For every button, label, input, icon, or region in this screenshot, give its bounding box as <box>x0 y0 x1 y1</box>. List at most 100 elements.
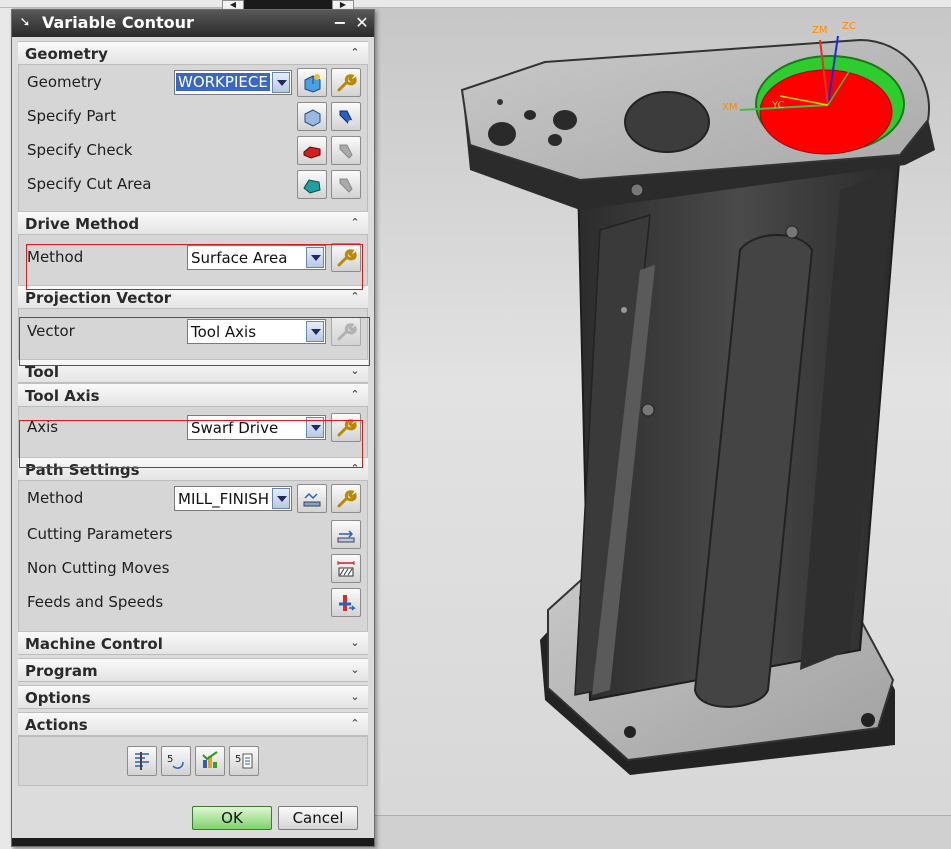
chevron-down-icon[interactable] <box>306 417 324 438</box>
section-options-header[interactable]: Options ⌄ <box>18 685 368 709</box>
drive-method-value: Surface Area <box>191 249 288 267</box>
replay-button[interactable]: 5 <box>161 746 191 776</box>
cut-area-icon <box>303 179 321 194</box>
section-title: Tool Axis <box>25 387 100 405</box>
cancel-button[interactable]: Cancel <box>278 806 358 830</box>
drive-method-label: Method <box>27 248 84 266</box>
select-cut-area-button[interactable] <box>297 170 327 199</box>
chevron-up-icon[interactable]: ⌃ <box>348 461 362 477</box>
bottom-status-area <box>375 815 951 849</box>
chevron-down-icon[interactable]: ⌄ <box>348 635 362 651</box>
flashlight-disabled-icon <box>339 178 353 193</box>
non-cutting-moves-row: Non Cutting Moves <box>19 551 367 585</box>
path-method-select[interactable]: MILL_FINISH <box>174 486 292 511</box>
chevron-down-icon[interactable] <box>272 72 290 93</box>
new-method-button[interactable] <box>297 484 327 513</box>
section-title: Actions <box>25 716 88 734</box>
cutting-parameters-icon <box>337 530 355 543</box>
path-method-value: MILL_FINISH <box>178 490 270 508</box>
chevron-down-icon[interactable] <box>306 321 324 342</box>
pin-icon[interactable]: ➘ <box>16 14 34 32</box>
wrench-icon <box>337 74 357 92</box>
verify-button[interactable] <box>195 746 225 776</box>
wrench-icon <box>337 249 357 267</box>
section-title: Machine Control <box>25 635 163 653</box>
cutting-parameters-label: Cutting Parameters <box>27 525 173 543</box>
section-title: Tool <box>25 363 59 381</box>
dialog-titlebar[interactable]: ➘ Variable Contour − ✕ <box>12 10 374 37</box>
edit-vector-button[interactable] <box>331 317 361 346</box>
section-title: Drive Method <box>25 215 140 233</box>
feeds-speeds-icon <box>339 595 356 611</box>
edit-drive-method-button[interactable] <box>331 243 361 272</box>
chevron-down-icon[interactable]: ⌄ <box>348 689 362 705</box>
edit-axis-button[interactable] <box>331 413 361 442</box>
section-drive-method-header[interactable]: Drive Method ⌃ <box>18 211 368 235</box>
minimize-icon[interactable]: − <box>330 14 350 33</box>
show-check-button[interactable] <box>331 136 361 165</box>
tool-axis-row: Axis Swarf Drive <box>19 410 367 444</box>
section-tool-header[interactable]: Tool ⌄ <box>18 359 368 383</box>
replay-icon: 5 <box>167 754 184 769</box>
path-method-row: Method MILL_FINISH <box>19 481 367 515</box>
chevron-up-icon[interactable]: ⌃ <box>348 716 362 732</box>
axis-value: Swarf Drive <box>191 419 279 437</box>
chevron-up-icon[interactable]: ⌃ <box>348 45 362 61</box>
show-cut-area-button[interactable] <box>331 170 361 199</box>
chevron-down-icon[interactable] <box>306 247 324 268</box>
non-cutting-moves-button[interactable] <box>331 554 361 583</box>
variable-contour-dialog: ➘ Variable Contour − ✕ Geometry ⌃ Geomet… <box>11 9 375 847</box>
chevron-down-icon[interactable] <box>272 488 290 509</box>
section-actions-body: 5 5 <box>18 736 368 786</box>
specify-part-label: Specify Part <box>27 107 116 125</box>
wrench-icon <box>337 490 357 508</box>
chevron-down-icon[interactable]: ⌄ <box>348 662 362 678</box>
show-part-button[interactable] <box>331 102 361 131</box>
path-method-label: Method <box>27 489 84 507</box>
specify-cut-area-row: Specify Cut Area <box>19 167 367 201</box>
feeds-and-speeds-button[interactable] <box>331 588 361 617</box>
chevron-up-icon[interactable]: ⌃ <box>348 215 362 231</box>
section-program-header[interactable]: Program ⌄ <box>18 658 368 682</box>
specify-cut-area-label: Specify Cut Area <box>27 175 152 193</box>
new-geometry-icon <box>304 74 321 93</box>
feeds-and-speeds-label: Feeds and Speeds <box>27 593 164 611</box>
section-actions-header[interactable]: Actions ⌃ <box>18 712 368 736</box>
list-icon: 5 <box>235 753 253 769</box>
list-button[interactable]: 5 <box>229 746 259 776</box>
check-geometry-icon <box>303 146 321 159</box>
graphics-viewport[interactable]: ZC ZM XM YC <box>380 10 951 810</box>
section-path-settings-header[interactable]: Path Settings ⌃ <box>18 457 368 481</box>
section-projection-vector-header[interactable]: Projection Vector ⌃ <box>18 285 368 309</box>
vector-select[interactable]: Tool Axis <box>187 319 326 344</box>
top-scroll-strip <box>0 0 951 8</box>
generate-icon <box>135 752 149 770</box>
axis-select[interactable]: Swarf Drive <box>187 415 326 440</box>
new-geometry-button[interactable] <box>297 68 327 97</box>
triad-zm-label: ZM <box>812 25 827 36</box>
section-title: Options <box>25 689 91 707</box>
ok-button[interactable]: OK <box>192 806 272 830</box>
edit-method-button[interactable] <box>331 484 361 513</box>
section-geometry-header[interactable]: Geometry ⌃ <box>18 41 368 65</box>
section-tool-axis-header[interactable]: Tool Axis ⌃ <box>18 383 368 407</box>
section-projection-vector-body: Vector Tool Axis <box>18 309 368 359</box>
select-check-button[interactable] <box>297 136 327 165</box>
chevron-up-icon[interactable]: ⌃ <box>348 387 362 403</box>
drive-method-select[interactable]: Surface Area <box>187 245 326 270</box>
section-machine-control-header[interactable]: Machine Control ⌄ <box>18 631 368 655</box>
vector-label: Vector <box>27 322 75 340</box>
select-part-button[interactable] <box>297 102 327 131</box>
flashlight-icon <box>339 110 354 126</box>
cutting-parameters-button[interactable] <box>331 520 361 549</box>
geometry-select[interactable]: WORKPIECE <box>174 70 292 95</box>
close-icon[interactable]: ✕ <box>352 14 372 33</box>
chevron-down-icon[interactable]: ⌄ <box>348 363 362 379</box>
edit-geometry-button[interactable] <box>331 68 361 97</box>
specify-check-label: Specify Check <box>27 141 133 159</box>
specify-part-row: Specify Part <box>19 99 367 133</box>
generate-button[interactable] <box>127 746 157 776</box>
non-cutting-moves-label: Non Cutting Moves <box>27 559 170 577</box>
chevron-up-icon[interactable]: ⌃ <box>348 289 362 305</box>
specify-check-row: Specify Check <box>19 133 367 167</box>
